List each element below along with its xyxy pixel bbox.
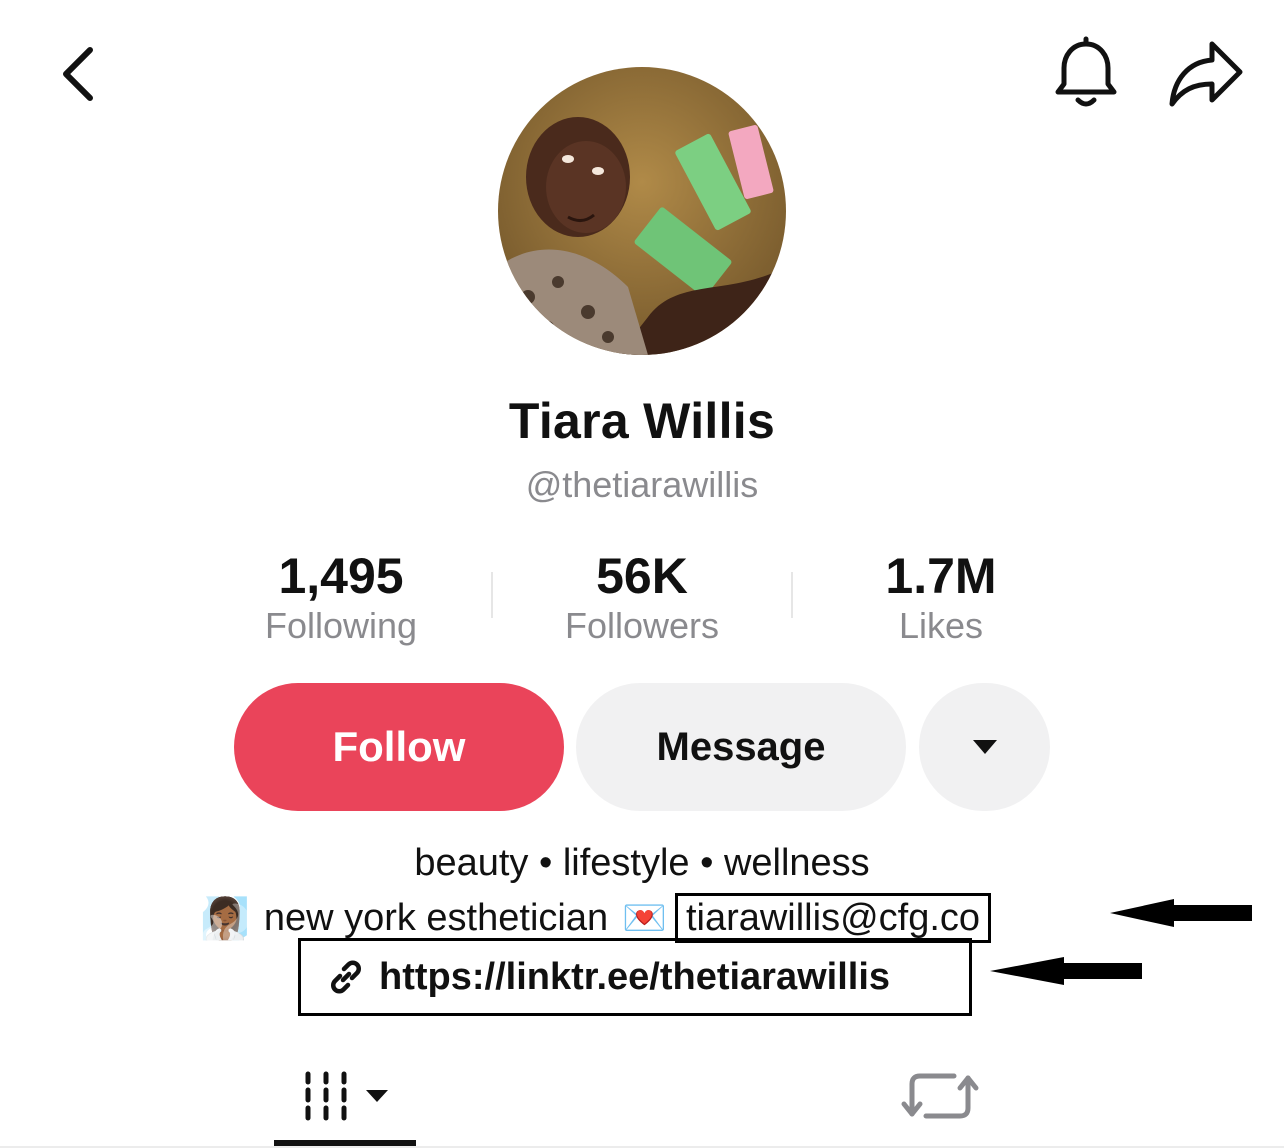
caret-down-icon: [972, 740, 997, 754]
profile-photo: [498, 67, 786, 355]
username: @thetiarawillis: [525, 464, 759, 505]
tab-videos[interactable]: [274, 1048, 416, 1148]
stat-value: 56K: [596, 548, 688, 604]
bio-location-text: new york esthetician: [263, 896, 609, 939]
bio-link[interactable]: https://linktr.ee/thetiarawillis: [298, 938, 972, 1016]
love-letter-emoji: 💌: [622, 897, 667, 938]
notification-bell-button[interactable]: [1050, 36, 1122, 112]
bio-tagline: beauty • lifestyle • wellness: [414, 842, 870, 884]
stat-value: 1,495: [278, 548, 404, 604]
esthetician-emoji: 🧖🏾‍♀️: [200, 896, 250, 941]
repost-icon: [901, 1073, 979, 1119]
more-options-button[interactable]: [919, 683, 1050, 811]
bio-email[interactable]: tiarawillis@cfg.co: [674, 893, 992, 943]
link-icon: [331, 960, 361, 994]
display-name: Tiara Willis: [508, 393, 776, 449]
stat-likes[interactable]: 1.7M Likes: [791, 548, 1091, 648]
bell-icon: [1055, 36, 1117, 107]
stat-label: Likes: [898, 605, 984, 646]
share-arrow-icon: [1169, 41, 1243, 107]
stat-value: 1.7M: [885, 548, 997, 604]
tab-reposts[interactable]: [890, 1048, 990, 1144]
stat-following[interactable]: 1,495 Following: [191, 548, 491, 648]
grid-icon: [305, 1071, 388, 1121]
share-button[interactable]: [1164, 38, 1246, 110]
back-button[interactable]: [52, 40, 108, 108]
annotation-arrow-icon: [990, 957, 1142, 985]
stat-label: Following: [264, 605, 418, 646]
avatar[interactable]: [498, 67, 786, 355]
stat-label: Followers: [564, 605, 720, 646]
message-button[interactable]: Message: [576, 683, 906, 811]
bio-link-text: https://linktr.ee/thetiarawillis: [379, 955, 891, 998]
stat-followers[interactable]: 56K Followers: [492, 548, 792, 648]
bio-line: 🧖🏾‍♀️ new york esthetician 💌 tiarawillis…: [200, 892, 992, 944]
annotation-arrow-icon: [1110, 899, 1252, 927]
follow-button[interactable]: Follow: [234, 683, 564, 811]
chevron-left-icon: [63, 47, 93, 101]
